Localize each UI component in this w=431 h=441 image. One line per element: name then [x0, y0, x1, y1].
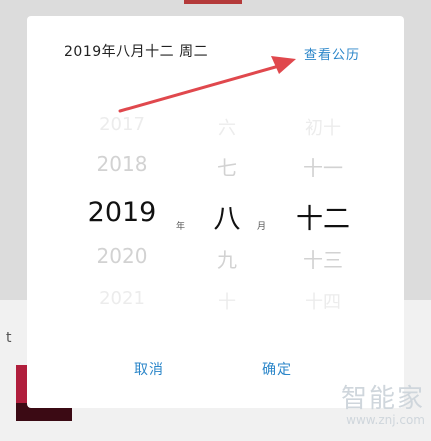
- watermark-logo: 智能家 www.znj.com: [341, 378, 425, 427]
- annotation-arrow-icon: [118, 56, 296, 113]
- watermark-url: www.znj.com: [346, 413, 425, 427]
- watermark-title: 智能家: [340, 384, 425, 414]
